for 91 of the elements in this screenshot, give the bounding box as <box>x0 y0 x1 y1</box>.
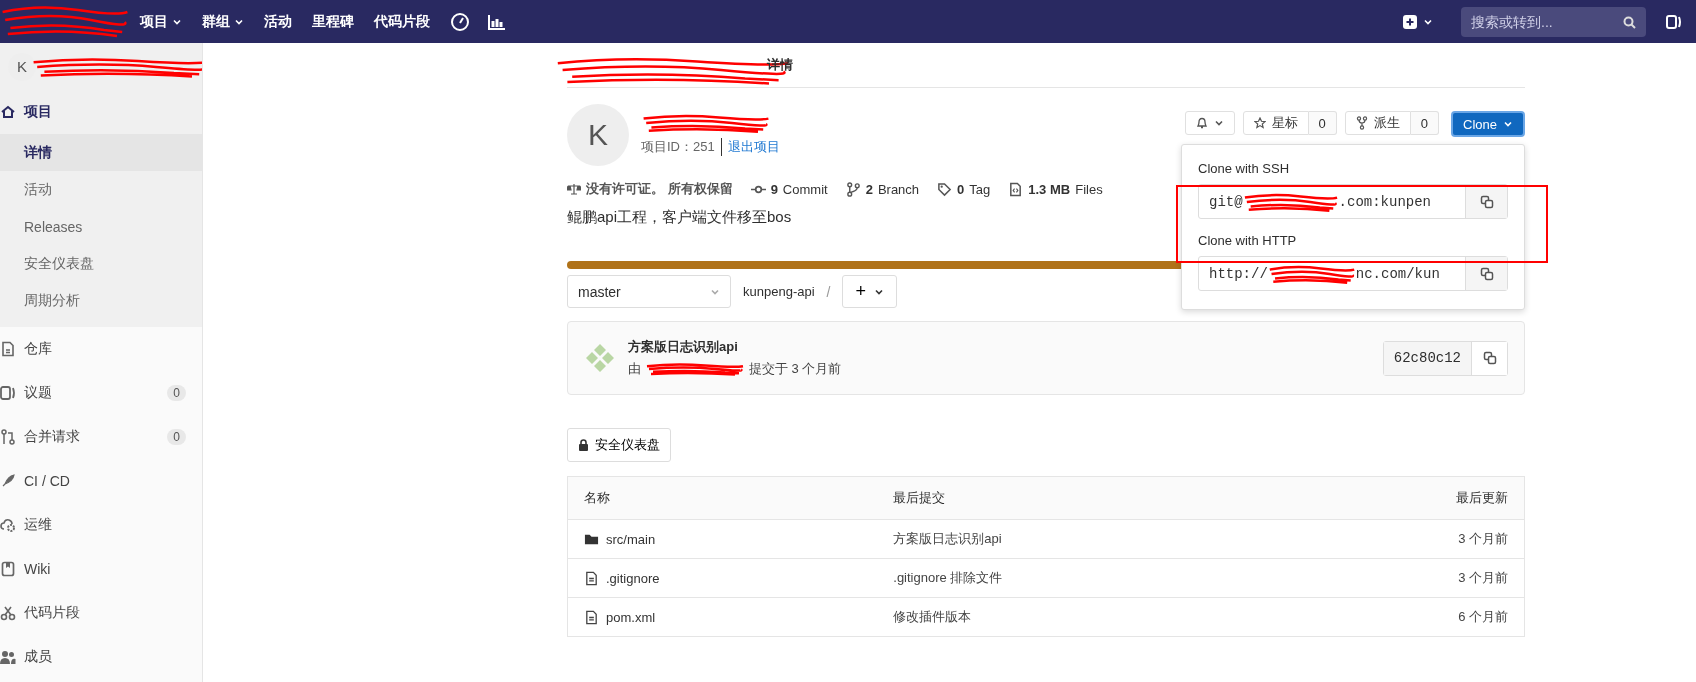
plus-icon[interactable] <box>1403 14 1417 29</box>
cloud-gear-icon <box>0 517 16 533</box>
bell-icon <box>1195 117 1208 129</box>
repo-path-link[interactable]: kunpeng-api <box>743 284 815 299</box>
search-field[interactable]: 搜索或转到... <box>1461 6 1646 37</box>
tag-stat-link[interactable]: 0 Tag <box>937 181 991 197</box>
copy-icon <box>1479 266 1494 281</box>
file-link[interactable]: .gitignore <box>584 570 862 586</box>
ssh-url-field[interactable]: git@ .com:kunpen <box>1198 184 1508 219</box>
path-separator: / <box>826 283 831 300</box>
commit-stat-link[interactable]: 9 Commit <box>750 181 828 197</box>
leave-project-link[interactable]: 退出项目 <box>720 138 780 156</box>
copy-button[interactable] <box>1465 257 1507 290</box>
column-header: 名称 <box>567 476 878 520</box>
file-icon <box>584 570 599 586</box>
nav-menu[interactable]: 群组 <box>192 6 254 37</box>
chevron-down-icon <box>1213 118 1224 128</box>
notification-button[interactable] <box>1184 111 1235 135</box>
scissors-icon <box>0 605 16 621</box>
sidebar-subitem[interactable]: 安全仪表盘 <box>0 245 202 282</box>
sidebar-subitem[interactable]: Releases <box>0 208 202 245</box>
file-link[interactable]: pom.xml <box>584 609 862 625</box>
nav-menu[interactable]: 里程碑 <box>302 6 364 37</box>
folder-link[interactable]: src/main <box>584 531 862 547</box>
lock-icon <box>578 439 589 451</box>
book-icon <box>0 561 16 577</box>
clone-button[interactable]: Clone <box>1451 111 1525 137</box>
column-header: 最后更新 <box>1282 476 1525 520</box>
sidebar-item[interactable]: CI / CD <box>0 459 202 503</box>
fork-count[interactable]: 0 <box>1410 111 1439 135</box>
copy-icon <box>1482 351 1497 365</box>
file-icon <box>1008 181 1024 197</box>
sidebar-subitem[interactable]: 周期分析 <box>0 282 202 319</box>
commit-message-link[interactable]: 方案版日志识别api <box>877 519 1283 559</box>
nav-menu[interactable]: 代码片段 <box>364 6 440 37</box>
sidebar-item[interactable]: 成员 <box>0 635 202 679</box>
updated-time: 6 个月前 <box>1282 597 1525 637</box>
license-text: 没有许可证。 所有权保留 <box>567 180 733 198</box>
tag-icon <box>937 181 953 197</box>
people-icon <box>0 649 16 665</box>
commit-time: 提交于 3 个月前 <box>749 360 842 378</box>
updated-time: 3 个月前 <box>1282 558 1525 598</box>
branch-select[interactable]: master <box>567 275 731 308</box>
commit-sha[interactable]: 62c80c12 <box>1383 341 1471 375</box>
file-icon <box>584 609 599 625</box>
sidebar-item[interactable]: 合并请求 0 <box>0 415 202 459</box>
document-icon <box>0 341 16 357</box>
nav-menu[interactable]: 项目 <box>130 6 192 37</box>
updated-time: 3 个月前 <box>1282 519 1525 559</box>
fork-button[interactable]: 派生 <box>1344 111 1411 135</box>
commit-message-link[interactable]: .gitignore 排除文件 <box>877 558 1283 598</box>
sidebar-item[interactable]: 议题 0 <box>0 371 202 415</box>
security-dashboard-button[interactable]: 安全仪表盘 <box>567 428 671 462</box>
merge-request-icon <box>0 429 16 445</box>
project-description: 鲲鹏api工程，客户端文件移至bos <box>567 208 793 227</box>
copy-icon <box>1479 194 1494 209</box>
copy-button[interactable] <box>1465 185 1507 218</box>
home-icon <box>0 104 16 120</box>
search-icon <box>1623 15 1636 29</box>
commit-by: 由 <box>628 360 641 378</box>
column-header: 最后提交 <box>877 476 1283 520</box>
add-dropdown-button[interactable]: + <box>842 275 897 308</box>
sidebar-item[interactable]: 运维 <box>0 503 202 547</box>
star-button[interactable]: 星标 <box>1242 111 1309 135</box>
star-count[interactable]: 0 <box>1308 111 1337 135</box>
project-avatar: K <box>567 104 629 166</box>
nav-menu[interactable]: 活动 <box>254 6 302 37</box>
sidebar-subitem[interactable]: 活动 <box>0 171 202 208</box>
identicon-icon <box>584 342 616 374</box>
issues-icon <box>0 385 16 401</box>
chevron-down-icon <box>1503 119 1513 129</box>
project-id: 项目ID：251 <box>641 138 715 156</box>
files-stat-link[interactable]: 1.3 MB Files <box>1008 181 1103 197</box>
copy-button[interactable] <box>1471 341 1507 375</box>
commit-message-link[interactable]: 修改插件版本 <box>877 597 1283 637</box>
branch-stat-link[interactable]: 2 Branch <box>845 181 920 197</box>
fork-icon <box>1355 116 1368 130</box>
scale-icon <box>567 183 581 195</box>
count-badge: 0 <box>167 429 186 445</box>
star-icon <box>1253 117 1266 129</box>
sidebar-item[interactable]: Wiki <box>0 547 202 591</box>
sidebar-subitem[interactable]: 详情 <box>0 134 202 171</box>
count-badge: 0 <box>167 385 186 401</box>
sidebar-item[interactable]: 仓库 <box>0 327 202 371</box>
http-url-field[interactable]: http:// nc.com/kun <box>1198 256 1508 291</box>
branch-icon <box>845 181 861 197</box>
sidebar-item[interactable]: 代码片段 <box>0 591 202 635</box>
clone-http-label: Clone with HTTP <box>1198 233 1298 248</box>
issues-icon[interactable] <box>1666 13 1682 30</box>
clone-ssh-label: Clone with SSH <box>1198 161 1291 176</box>
commit-title[interactable]: 方案版日志识别api <box>628 338 842 356</box>
